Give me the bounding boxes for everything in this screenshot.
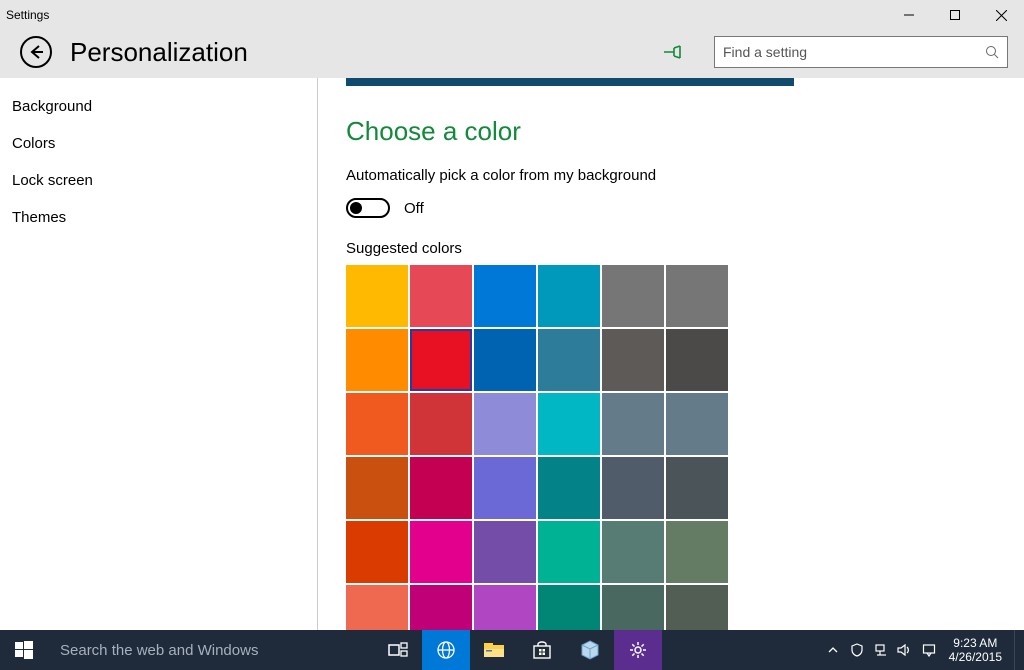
close-button[interactable]	[978, 0, 1024, 30]
toggle-state-text: Off	[404, 200, 424, 217]
color-swatch[interactable]	[474, 521, 536, 583]
color-swatch[interactable]	[602, 329, 664, 391]
edge-button[interactable]	[422, 630, 470, 670]
tray-volume-icon[interactable]	[893, 630, 917, 670]
sidebar-item-lock-screen[interactable]: Lock screen	[0, 162, 317, 199]
globe-icon	[436, 640, 456, 660]
taskbar-search-placeholder: Search the web and Windows	[60, 642, 258, 659]
color-swatch[interactable]	[602, 265, 664, 327]
titlebar: Settings	[0, 0, 1024, 30]
color-swatch[interactable]	[474, 329, 536, 391]
color-swatch[interactable]	[410, 265, 472, 327]
tray-network-icon[interactable]	[869, 630, 893, 670]
color-swatch[interactable]	[602, 457, 664, 519]
sidebar: Background Colors Lock screen Themes	[0, 78, 318, 630]
folder-icon	[483, 641, 505, 659]
color-swatch[interactable]	[602, 585, 664, 630]
section-title: Choose a color	[346, 116, 1024, 147]
settings-window: Settings Personalization Backgroun	[0, 0, 1024, 630]
page-title: Personalization	[70, 37, 642, 68]
color-swatch[interactable]	[410, 457, 472, 519]
tray-shield-icon[interactable]	[845, 630, 869, 670]
task-view-button[interactable]	[374, 630, 422, 670]
minimize-button[interactable]	[886, 0, 932, 30]
color-swatch[interactable]	[410, 329, 472, 391]
color-swatch[interactable]	[346, 585, 408, 630]
color-swatch[interactable]	[666, 457, 728, 519]
task-view-icon	[388, 642, 408, 658]
color-swatch[interactable]	[666, 329, 728, 391]
color-swatch[interactable]	[346, 457, 408, 519]
system-tray: 9:23 AM 4/26/2015	[821, 630, 1024, 670]
content: Choose a color Automatically pick a colo…	[318, 78, 1024, 630]
sidebar-item-background[interactable]: Background	[0, 88, 317, 125]
color-swatch[interactable]	[346, 393, 408, 455]
taskbar-clock[interactable]: 9:23 AM 4/26/2015	[941, 636, 1010, 664]
color-swatch[interactable]	[602, 393, 664, 455]
windows-icon	[15, 641, 33, 659]
search-box[interactable]	[714, 36, 1008, 68]
taskbar-apps	[374, 630, 662, 670]
color-swatch[interactable]	[666, 521, 728, 583]
toggle-row: Off	[346, 198, 1024, 218]
pin-icon[interactable]	[660, 40, 684, 64]
preview-bar	[346, 78, 794, 86]
color-swatch[interactable]	[538, 393, 600, 455]
cube-icon	[579, 639, 601, 661]
color-swatch[interactable]	[666, 393, 728, 455]
color-swatch[interactable]	[602, 521, 664, 583]
color-swatch[interactable]	[474, 393, 536, 455]
color-swatch[interactable]	[346, 329, 408, 391]
taskbar-search[interactable]: Search the web and Windows	[48, 630, 374, 670]
taskbar: Search the web and Windows	[0, 630, 1024, 670]
back-button[interactable]	[20, 36, 52, 68]
settings-taskbar-button[interactable]	[614, 630, 662, 670]
sidebar-item-themes[interactable]: Themes	[0, 199, 317, 236]
color-swatch[interactable]	[538, 521, 600, 583]
maximize-button[interactable]	[932, 0, 978, 30]
search-icon	[985, 45, 999, 59]
suggested-colors-label: Suggested colors	[346, 240, 1024, 257]
auto-pick-label: Automatically pick a color from my backg…	[346, 167, 1024, 184]
show-desktop-button[interactable]	[1014, 630, 1020, 670]
color-swatch[interactable]	[346, 265, 408, 327]
color-swatch[interactable]	[410, 585, 472, 630]
tray-notifications-icon[interactable]	[917, 630, 941, 670]
window-title: Settings	[0, 8, 49, 22]
color-swatch[interactable]	[474, 265, 536, 327]
clock-time: 9:23 AM	[953, 636, 997, 650]
color-swatch[interactable]	[538, 457, 600, 519]
tray-chevron-up-icon[interactable]	[821, 630, 845, 670]
color-swatch[interactable]	[538, 265, 600, 327]
start-button[interactable]	[0, 630, 48, 670]
color-swatch[interactable]	[538, 585, 600, 630]
virtualbox-button[interactable]	[566, 630, 614, 670]
color-swatch[interactable]	[410, 393, 472, 455]
color-swatch[interactable]	[474, 585, 536, 630]
store-button[interactable]	[518, 630, 566, 670]
gear-icon	[629, 641, 647, 659]
file-explorer-button[interactable]	[470, 630, 518, 670]
color-swatch[interactable]	[666, 265, 728, 327]
color-grid	[346, 265, 730, 630]
header: Personalization	[0, 30, 1024, 78]
color-swatch[interactable]	[474, 457, 536, 519]
color-swatch[interactable]	[538, 329, 600, 391]
toggle-knob	[350, 202, 362, 214]
color-swatch[interactable]	[346, 521, 408, 583]
search-input[interactable]	[723, 44, 985, 60]
clock-date: 4/26/2015	[949, 650, 1002, 664]
color-swatch[interactable]	[666, 585, 728, 630]
color-swatch[interactable]	[410, 521, 472, 583]
body: Background Colors Lock screen Themes Cho…	[0, 78, 1024, 630]
sidebar-item-colors[interactable]: Colors	[0, 125, 317, 162]
auto-pick-toggle[interactable]	[346, 198, 390, 218]
store-icon	[532, 641, 552, 659]
window-controls	[886, 0, 1024, 30]
